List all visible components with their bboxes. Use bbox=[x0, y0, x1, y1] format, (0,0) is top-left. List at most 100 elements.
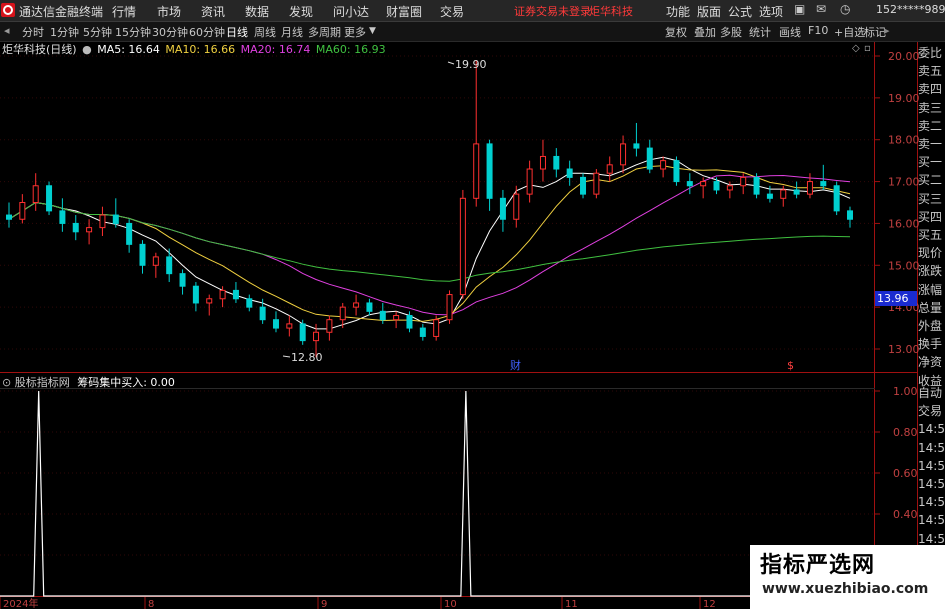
candle-body bbox=[726, 185, 733, 191]
menu-ask[interactable]: 问小达 bbox=[333, 3, 369, 20]
mail-icon[interactable]: ✉ bbox=[816, 2, 826, 16]
menu-options[interactable]: 选项 bbox=[759, 3, 783, 20]
period-60min[interactable]: 60分钟 bbox=[189, 24, 225, 40]
candle-body bbox=[620, 143, 627, 166]
stock-name[interactable]: 炬华科技(日线) bbox=[2, 43, 77, 56]
candle-body bbox=[459, 197, 466, 296]
candle-body bbox=[419, 327, 426, 337]
side-label: 卖三 bbox=[918, 100, 943, 115]
menu-market[interactable]: 市场 bbox=[157, 3, 181, 20]
skin-icon[interactable]: ▣ bbox=[794, 2, 805, 16]
date-tick-label: 11 bbox=[565, 599, 578, 609]
tool-add-favorite[interactable]: +自选 bbox=[834, 24, 865, 40]
candle-body bbox=[686, 181, 693, 187]
stock-link[interactable]: 炬华科技 bbox=[589, 3, 633, 19]
candle-body bbox=[246, 298, 253, 308]
price-tick-label: 18.00 bbox=[888, 134, 920, 147]
candle-body bbox=[139, 243, 146, 266]
candle-body bbox=[46, 185, 53, 212]
menu-news[interactable]: 资讯 bbox=[201, 3, 225, 20]
period-multi[interactable]: 多周期 bbox=[308, 24, 341, 40]
candle-body bbox=[126, 222, 133, 245]
period-intraday[interactable]: 分时 bbox=[22, 24, 44, 40]
ma60-line bbox=[8, 201, 851, 282]
candle-body bbox=[486, 143, 493, 199]
candle-body bbox=[499, 197, 506, 220]
candle-body bbox=[393, 315, 400, 321]
candle-body bbox=[99, 214, 106, 229]
collapse-icon[interactable]: ◂ bbox=[4, 24, 10, 37]
candle-body bbox=[6, 214, 12, 220]
indicator-tick-label: 0.40 bbox=[893, 508, 918, 521]
period-daily[interactable]: 日线 bbox=[226, 24, 248, 40]
period-weekly[interactable]: 周线 bbox=[254, 24, 276, 40]
candle-body bbox=[700, 181, 707, 187]
side-label: 换手 bbox=[918, 337, 943, 352]
candle-body bbox=[219, 289, 226, 300]
side-label: 外盘 bbox=[918, 319, 943, 333]
side-label-lower: 14:56 bbox=[918, 458, 945, 473]
clock-icon[interactable]: ◷ bbox=[840, 2, 850, 16]
date-tick-label: 2024年 bbox=[3, 597, 38, 609]
chevron-right-icon[interactable]: ▸ bbox=[884, 24, 890, 37]
dividend-marker: $ bbox=[787, 359, 794, 372]
tool-multi[interactable]: 多股 bbox=[720, 24, 742, 40]
tool-stats[interactable]: 统计 bbox=[749, 24, 771, 40]
menu-formula[interactable]: 公式 bbox=[728, 3, 752, 20]
ma5-line bbox=[8, 156, 851, 330]
tool-overlay[interactable]: 叠加 bbox=[694, 24, 716, 40]
period-30min[interactable]: 30分钟 bbox=[152, 24, 188, 40]
side-label: 卖四 bbox=[918, 82, 943, 97]
date-tick-label: 12 bbox=[703, 599, 716, 609]
candle-body bbox=[847, 210, 853, 220]
tool-f10[interactable]: F10 bbox=[808, 24, 828, 37]
user-account[interactable]: 152*****9892 bbox=[876, 3, 945, 16]
menu-function[interactable]: 功能 bbox=[666, 3, 690, 20]
tool-mark[interactable]: 标记 bbox=[864, 24, 886, 40]
candle-body bbox=[833, 185, 840, 212]
current-price-label: 13.96 bbox=[877, 292, 909, 305]
ma20-line bbox=[8, 174, 851, 316]
candle-body bbox=[286, 323, 293, 329]
menu-quotes[interactable]: 行情 bbox=[112, 3, 136, 20]
menu-layout[interactable]: 版面 bbox=[697, 3, 721, 20]
menu-data[interactable]: 数据 bbox=[245, 3, 269, 20]
indicator-source[interactable]: 股标指标网 bbox=[15, 376, 70, 389]
menu-discover[interactable]: 发现 bbox=[289, 3, 313, 20]
app-logo bbox=[1, 3, 15, 17]
period-5min[interactable]: 5分钟 bbox=[83, 24, 112, 40]
app-title: 通达信金融终端 bbox=[19, 5, 104, 19]
candle-body bbox=[526, 168, 533, 195]
indicator-settings-icon[interactable]: ⊙ bbox=[2, 376, 11, 389]
indicator-tick-label: 0.60 bbox=[893, 467, 918, 480]
candle-body bbox=[32, 185, 39, 203]
period-1min[interactable]: 1分钟 bbox=[50, 24, 79, 40]
period-more[interactable]: 更多 bbox=[344, 24, 366, 40]
settings-icon[interactable]: ● bbox=[82, 43, 92, 56]
title-bar: 通达信金融终端 行情 市场 资讯 数据 发现 问小达 财富圈 交易 证券交易未登… bbox=[0, 0, 945, 22]
candle-body bbox=[272, 319, 279, 329]
side-label-lower[interactable]: 自动 bbox=[918, 384, 945, 402]
kline-chart[interactable]: 20.00 19.00 18.00 17.00 16.00 15.00 14.00 13.00… bbox=[0, 0, 945, 609]
menu-wealth[interactable]: 财富圈 bbox=[386, 3, 422, 20]
max-price-label: 19.90 bbox=[455, 58, 487, 71]
trade-login-warning[interactable]: 证券交易未登录 bbox=[514, 3, 591, 19]
menu-trade[interactable]: 交易 bbox=[440, 3, 464, 20]
ma10-label: MA10: 16.66 bbox=[165, 43, 236, 56]
side-label: 买三 bbox=[918, 191, 943, 206]
side-label: 卖二 bbox=[918, 118, 943, 133]
candle-body bbox=[806, 181, 813, 195]
period-monthly[interactable]: 月线 bbox=[281, 24, 303, 40]
candle-body bbox=[606, 164, 613, 174]
period-15min[interactable]: 15分钟 bbox=[115, 24, 151, 40]
candle-body bbox=[59, 210, 66, 224]
tool-adjust[interactable]: 复权 bbox=[665, 24, 687, 40]
watermark-title: 指标严选网 bbox=[760, 553, 876, 578]
candle-body bbox=[593, 172, 600, 195]
candle-body bbox=[820, 181, 827, 187]
stock-info-bar: 炬华科技(日线) ● MA5: 16.64 MA10: 16.66 MA20: … bbox=[2, 41, 386, 57]
candle-body bbox=[433, 319, 440, 337]
chevron-down-icon[interactable]: ▼ bbox=[369, 26, 376, 36]
side-label-lower[interactable]: 交易 bbox=[918, 402, 945, 420]
tool-draw[interactable]: 画线 bbox=[779, 24, 801, 40]
